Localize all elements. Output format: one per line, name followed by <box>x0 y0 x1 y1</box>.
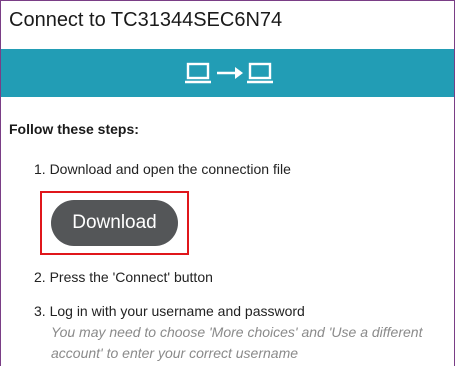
connection-banner <box>1 49 454 97</box>
step-download: 1. Download and open the connection file <box>34 161 291 177</box>
steps-heading: Follow these steps: <box>9 121 139 137</box>
download-button[interactable]: Download <box>51 200 178 246</box>
login-hint-line: You may need to choose 'More choices' an… <box>51 324 423 340</box>
connect-dialog: Connect to TC31344SEC6N74 Follow these s… <box>0 0 455 366</box>
arrow-right-icon <box>217 67 243 79</box>
page-title: Connect to TC31344SEC6N74 <box>9 9 283 31</box>
laptop-icon <box>185 62 211 84</box>
step-connect: 2. Press the 'Connect' button <box>34 269 213 285</box>
laptop-icon <box>247 62 273 84</box>
connection-graphic <box>185 62 273 84</box>
step-login: 3. Log in with your username and passwor… <box>34 303 305 319</box>
login-hint-line: account' to enter your correct username <box>51 345 299 361</box>
